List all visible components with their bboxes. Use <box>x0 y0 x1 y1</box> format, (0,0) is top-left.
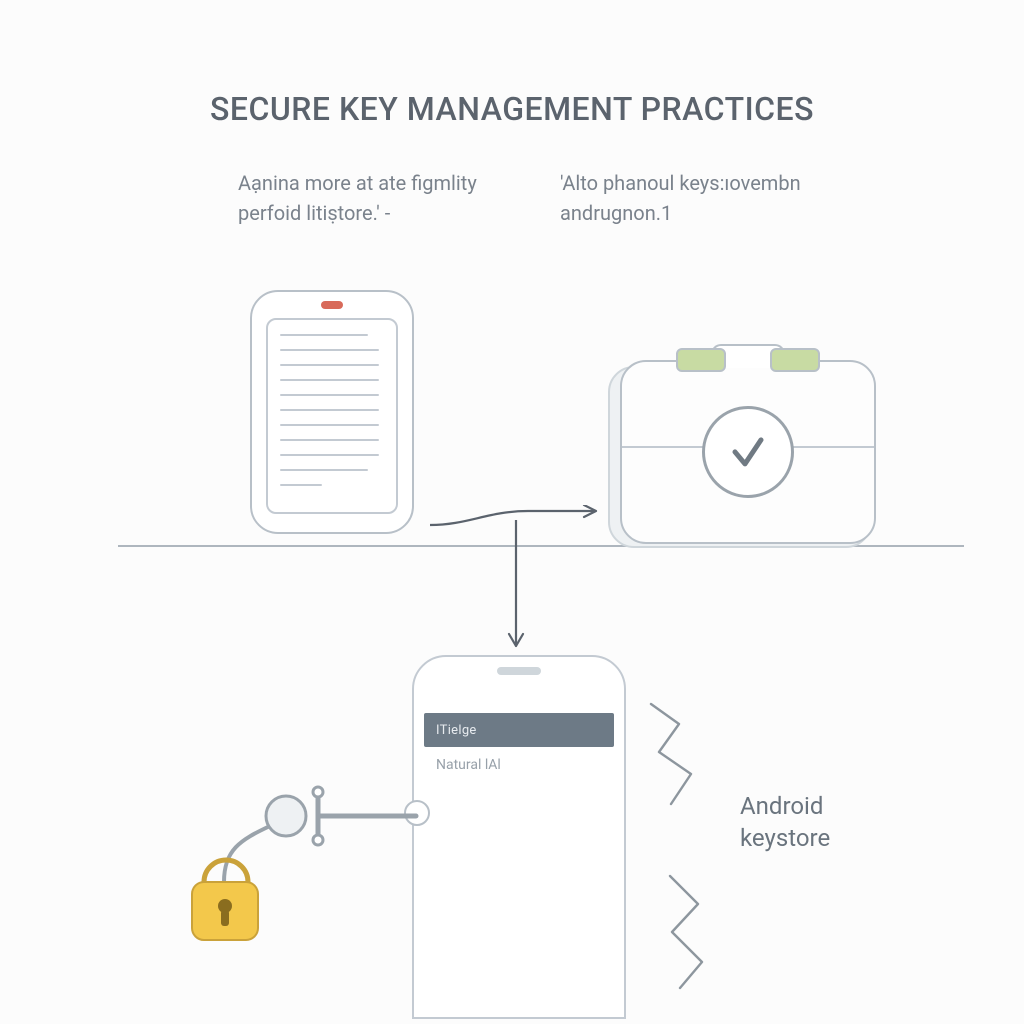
briefcase-icon <box>620 360 876 544</box>
key-and-padlock <box>170 770 430 940</box>
caption-left: Aạnina more at ate figmlity perfoid liti… <box>238 168 518 228</box>
keystore-label: Android keystore <box>740 790 830 855</box>
briefcase-body <box>620 360 876 544</box>
caption-right-line2: andrugnon.1 <box>560 198 890 228</box>
keystore-label-line2: keystore <box>740 822 830 854</box>
diagram-title: SECURE KEY MANAGEMENT PRACTICES <box>0 90 1024 128</box>
briefcase-latch-left <box>676 348 726 372</box>
arrow-down-icon <box>496 520 536 660</box>
phone-notch <box>497 667 541 675</box>
crack-mark-upper <box>645 700 725 814</box>
phone-header-label: ITielge <box>436 723 477 738</box>
caption-left-line1: Aạnina more at ate figmlity <box>238 168 518 198</box>
phone-header-bar: ITielge <box>424 713 614 747</box>
check-badge <box>702 406 794 498</box>
briefcase-latch-right <box>770 348 820 372</box>
phone-screen <box>266 318 398 514</box>
caption-left-line2: perfoid litiṣtore.' - <box>238 198 518 228</box>
document-lines <box>280 334 384 499</box>
check-icon <box>725 430 771 476</box>
document-phone-icon <box>250 290 414 534</box>
keystore-label-line1: Android <box>740 790 830 822</box>
crack-mark-lower <box>650 870 730 994</box>
caption-right-line1: 'Alto phanoul keys:ıovembn <box>560 168 890 198</box>
caption-right: 'Alto phanoul keys:ıovembn andrugnon.1 <box>560 168 890 228</box>
phone-led <box>321 301 343 309</box>
